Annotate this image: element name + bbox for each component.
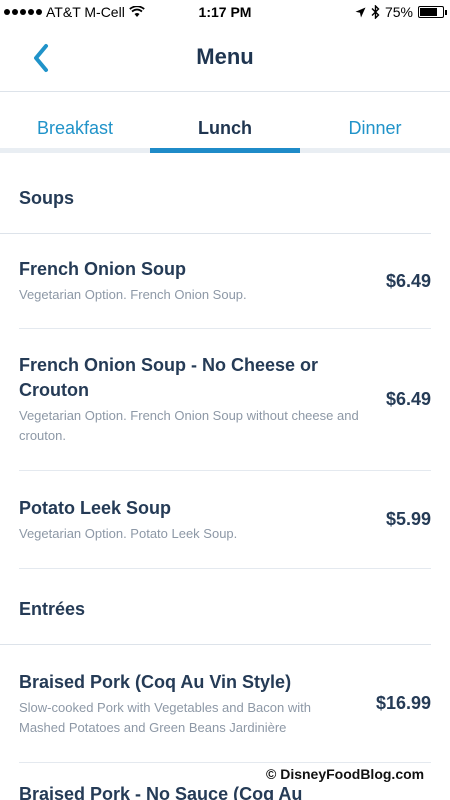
- menu-item-text: French Onion Soup Vegetarian Option. Fre…: [19, 257, 386, 305]
- menu-item-text: French Onion Soup - No Cheese or Crouton…: [19, 353, 386, 446]
- bluetooth-icon: [371, 5, 380, 19]
- tab-lunch[interactable]: Lunch: [150, 93, 300, 153]
- menu-list[interactable]: Soups French Onion Soup Vegetarian Optio…: [0, 158, 450, 800]
- menu-item-name: French Onion Soup: [19, 259, 186, 279]
- battery-icon: [418, 6, 447, 18]
- menu-item[interactable]: French Onion Soup Vegetarian Option. Fre…: [19, 234, 431, 329]
- battery-fill: [420, 8, 437, 16]
- menu-item-price: $16.99: [375, 693, 431, 713]
- page-title: Menu: [196, 44, 254, 69]
- tab-dinner[interactable]: Dinner: [300, 93, 450, 148]
- battery-percent: 75%: [384, 4, 413, 20]
- menu-item[interactable]: French Onion Soup - No Cheese or Crouton…: [19, 329, 431, 471]
- menu-item-description: Vegetarian Option. French Onion Soup wit…: [19, 408, 359, 443]
- menu-item-price: $5.99: [385, 509, 431, 529]
- menu-item-name: French Onion Soup - No Cheese or Crouton: [19, 355, 319, 400]
- menu-item-description: Slow-cooked Pork with Vegetables and Bac…: [19, 699, 311, 735]
- menu-item-name: Braised Pork (Coq Au Vin Style): [19, 671, 292, 692]
- menu-item-name-partial[interactable]: Braised Pork - No Sauce (Coq Au: [19, 784, 302, 800]
- watermark: © DisneyFoodBlog.com: [263, 766, 428, 782]
- menu-item-text: Potato Leek Soup Vegetarian Option. Pota…: [19, 496, 386, 544]
- menu-item-text: Braised Pork (Coq Au Vin Style) Slow-coo…: [19, 670, 376, 738]
- tab-breakfast[interactable]: Breakfast: [0, 93, 150, 148]
- menu-item-description: Vegetarian Option. French Onion Soup.: [19, 287, 247, 302]
- status-right: 75%: [355, 4, 447, 20]
- menu-item[interactable]: Potato Leek Soup Vegetarian Option. Pota…: [19, 471, 431, 569]
- menu-item-name: Potato Leek Soup: [19, 497, 172, 518]
- section-header-soups: Soups: [0, 158, 431, 234]
- menu-item[interactable]: Braised Pork (Coq Au Vin Style) Slow-coo…: [19, 645, 431, 763]
- status-bar: AT&T M-Cell 1:17 PM 75%: [0, 0, 450, 24]
- menu-item-description: Vegetarian Option. Potato Leek Soup.: [19, 525, 238, 541]
- nav-bar: Menu: [0, 24, 450, 92]
- location-arrow-icon: [355, 7, 366, 17]
- meal-tabs: Breakfast Lunch Dinner: [0, 93, 450, 153]
- menu-item-price: $6.49: [385, 389, 431, 409]
- section-header-entrees: Entrées: [0, 569, 431, 645]
- menu-item-price: $6.49: [385, 270, 431, 291]
